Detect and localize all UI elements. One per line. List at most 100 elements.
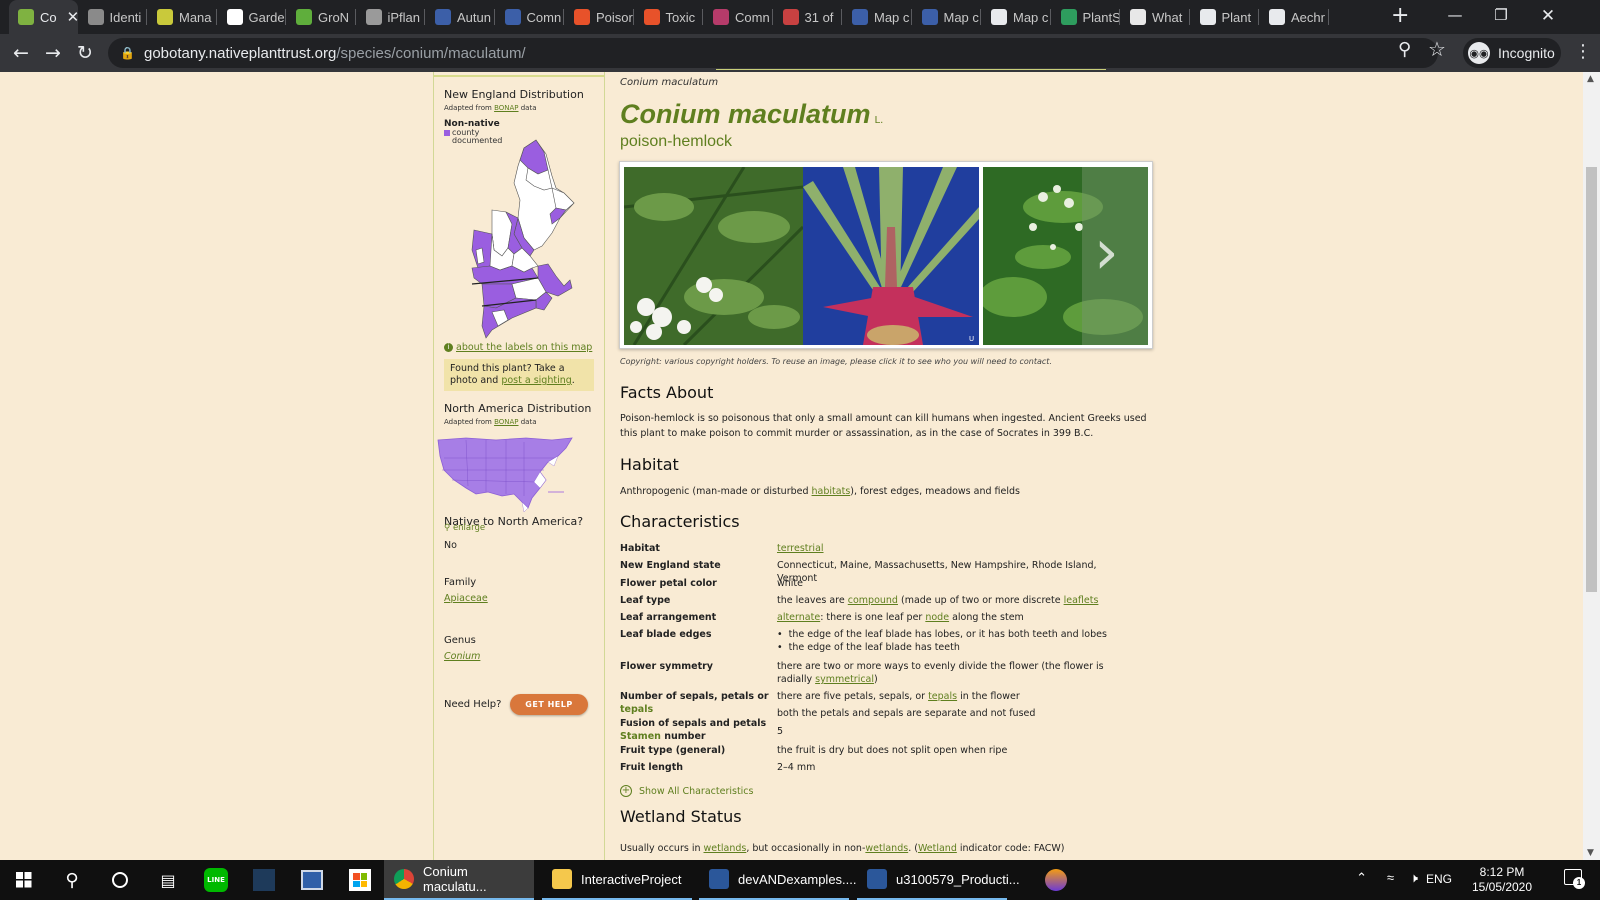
browser-tab[interactable]: Garde: [218, 0, 286, 34]
browser-tab[interactable]: GroN: [287, 0, 356, 34]
tab-title: Co: [40, 9, 57, 25]
minimize-button[interactable]: —: [1440, 6, 1470, 24]
tab-title: Garde: [248, 9, 285, 25]
gallery-next-button[interactable]: ›: [1082, 167, 1148, 345]
compound-link[interactable]: compound: [848, 595, 898, 606]
map-icon: [921, 9, 938, 25]
browser-tab[interactable]: Autun: [426, 0, 495, 34]
taskbar-app-button[interactable]: InteractiveProject: [542, 860, 692, 900]
leaflets-link[interactable]: leaflets: [1064, 595, 1099, 606]
bonap-link[interactable]: BONAP: [494, 104, 518, 112]
browser-tab[interactable]: What: [1121, 0, 1190, 34]
forward-button[interactable]: →: [40, 40, 66, 66]
scroll-up-arrow[interactable]: ▲: [1587, 74, 1594, 84]
photo-stem[interactable]: U: [803, 167, 979, 345]
browser-tab[interactable]: Identi: [79, 0, 147, 34]
taskbar-app-label: u3100579_Producti...: [896, 871, 1020, 887]
start-button[interactable]: [0, 860, 48, 900]
incognito-badge[interactable]: ◉◉ Incognito: [1463, 38, 1561, 68]
clock[interactable]: 8:12 PM 15/05/2020: [1462, 865, 1542, 895]
wetlands-link-2[interactable]: wetlands: [865, 843, 908, 854]
brave-app-button[interactable]: [1032, 860, 1080, 900]
tab-title: iPflan: [387, 9, 421, 25]
speaker-icon[interactable]: 🕨: [1410, 870, 1418, 886]
browser-tab[interactable]: Map c: [982, 0, 1051, 34]
tepals-link[interactable]: tepals: [928, 691, 957, 702]
close-window-button[interactable]: ✕: [1533, 6, 1563, 26]
browser-tab[interactable]: Plant: [1191, 0, 1259, 34]
address-bar[interactable]: 🔒 gobotany.nativeplanttrust.org/species/…: [108, 38, 1438, 68]
browser-tab[interactable]: PlantS: [1052, 0, 1120, 34]
bonap-link-na[interactable]: BONAP: [494, 418, 518, 426]
alternate-link[interactable]: alternate: [777, 612, 820, 623]
taskbar-app-label: devANDexamples....: [738, 871, 857, 887]
north-america-distribution-map[interactable]: [436, 436, 576, 516]
enlarge-link[interactable]: ⚲ enlarge: [444, 523, 485, 533]
cortana-button[interactable]: [96, 860, 144, 900]
word-icon: [867, 869, 887, 889]
browser-tab[interactable]: 31 of: [774, 0, 842, 34]
restore-button[interactable]: ❐: [1486, 6, 1516, 24]
show-all-characteristics[interactable]: + Show All Characteristics: [620, 785, 753, 797]
scroll-down-arrow[interactable]: ▼: [1587, 848, 1594, 858]
browser-tab[interactable]: Map c: [913, 0, 981, 34]
chevron-up-icon[interactable]: ⌃: [1356, 870, 1367, 886]
photo-flowers[interactable]: [624, 167, 803, 345]
habitats-link[interactable]: habitats: [812, 486, 851, 497]
notification-center-button[interactable]: 1: [1564, 868, 1586, 890]
browser-tab[interactable]: Comn: [496, 0, 564, 34]
aspca-icon: [643, 9, 660, 25]
stamen-link[interactable]: Stamen: [620, 731, 661, 742]
tab-title: Plant: [1221, 9, 1252, 25]
browser-menu-icon[interactable]: ⋮: [1574, 41, 1592, 62]
store-app-button[interactable]: [336, 860, 384, 900]
taskbar-app-button[interactable]: u3100579_Producti...: [857, 860, 1020, 900]
language-indicator[interactable]: ENG: [1426, 872, 1452, 886]
browser-tab[interactable]: Co ✕: [9, 0, 78, 34]
wetland-link[interactable]: Wetland: [918, 843, 957, 854]
browser-tab[interactable]: Mana: [148, 0, 217, 34]
page-scrollbar[interactable]: ▲ ▼: [1583, 72, 1600, 860]
browser-tab[interactable]: iPflan: [357, 0, 425, 34]
family-link[interactable]: Apiaceae: [444, 593, 594, 604]
browser-tab[interactable]: Map c: [843, 0, 912, 34]
taskbar-app-button[interactable]: devANDexamples....: [699, 860, 857, 900]
habitat-text: Anthropogenic (man-made or disturbed hab…: [620, 486, 1020, 497]
flower-icon: [504, 9, 521, 25]
reload-button[interactable]: ↻: [72, 40, 98, 66]
genus-link[interactable]: Conium: [444, 651, 594, 662]
native-answer: No: [444, 540, 457, 551]
close-tab-icon[interactable]: ✕: [67, 8, 78, 26]
search-button[interactable]: ⚲: [48, 860, 96, 900]
task-view-button[interactable]: ▤: [144, 860, 192, 900]
zoom-icon[interactable]: ⚲: [1398, 39, 1411, 60]
browser-tab[interactable]: Comn: [704, 0, 773, 34]
line-app-button[interactable]: LINE: [192, 860, 240, 900]
node-link[interactable]: node: [925, 612, 949, 623]
map-labels-link[interactable]: about the labels on this map: [456, 342, 592, 353]
bookmark-star-icon[interactable]: ☆: [1428, 37, 1446, 61]
tepals-key-link[interactable]: tepals: [620, 704, 653, 715]
back-button[interactable]: ←: [8, 40, 34, 66]
new-england-distribution-map[interactable]: [452, 138, 587, 343]
browser-tab[interactable]: Aechr: [1260, 0, 1329, 34]
search-icon: ⚲: [65, 869, 79, 891]
shield-icon: [1045, 869, 1067, 891]
cortana-ring-icon: [112, 872, 128, 888]
scroll-thumb[interactable]: [1586, 167, 1597, 592]
tab-title: Comn: [735, 9, 770, 25]
chrome-icon: [394, 869, 414, 889]
pictures-app-button[interactable]: [288, 860, 336, 900]
list-icon: [782, 9, 799, 25]
new-tab-button[interactable]: +: [1391, 4, 1409, 28]
wetlands-link[interactable]: wetlands: [704, 843, 747, 854]
get-help-button[interactable]: GET HELP: [510, 694, 588, 715]
post-sighting-link[interactable]: post a sighting: [501, 375, 571, 386]
taskbar-app-button[interactable]: Conium maculatu...: [384, 860, 534, 900]
browser-tab[interactable]: Poisor: [565, 0, 634, 34]
terrestrial-link[interactable]: terrestrial: [777, 543, 824, 554]
symmetrical-link[interactable]: symmetrical: [815, 674, 874, 685]
wifi-icon[interactable]: ≈: [1387, 870, 1394, 885]
browser-tab[interactable]: Toxic: [635, 0, 703, 34]
calculator-app-button[interactable]: [240, 860, 288, 900]
